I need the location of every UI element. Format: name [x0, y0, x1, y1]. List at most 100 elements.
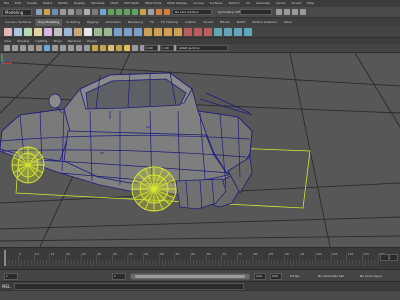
- menu-file[interactable]: File: [4, 0, 9, 7]
- menu-arnold[interactable]: Arnold: [291, 0, 301, 7]
- front-wheel[interactable]: [11, 146, 45, 184]
- menu-deform[interactable]: Deform: [229, 0, 240, 7]
- shelf-tab-mash[interactable]: MASH: [234, 19, 249, 26]
- channel-box-icon[interactable]: [300, 9, 306, 15]
- playback-end-field[interactable]: 120: [254, 273, 266, 280]
- shelf-tab-arnold[interactable]: Arnold: [200, 19, 216, 26]
- current-time-marker[interactable]: [4, 250, 6, 266]
- menu-uv[interactable]: UV: [246, 0, 250, 7]
- shelf-tab-sculpting[interactable]: Sculpting: [63, 19, 83, 26]
- snap-point-icon[interactable]: [124, 9, 130, 15]
- view-transform-dropdown[interactable]: sRGB gamma: [176, 45, 228, 51]
- menu-generate[interactable]: Generate: [256, 0, 270, 7]
- select-component-icon[interactable]: [92, 9, 98, 15]
- select-hierarchy-icon[interactable]: [76, 9, 82, 15]
- poly-sphere-icon[interactable]: [4, 27, 12, 36]
- lock-camera-icon[interactable]: [12, 45, 18, 51]
- range-slider-bar[interactable]: [130, 273, 250, 280]
- menu-mesh[interactable]: Mesh: [111, 0, 119, 7]
- poly-plane-icon[interactable]: [54, 27, 62, 36]
- anim-layer-label[interactable]: No Anim Layer: [360, 273, 382, 280]
- menu-windows[interactable]: Windows: [91, 0, 104, 7]
- new-scene-icon[interactable]: [36, 9, 42, 15]
- render-icon[interactable]: [156, 9, 162, 15]
- wireframe-icon[interactable]: [92, 45, 98, 51]
- shelf-tab-poly-modeling[interactable]: Poly Modeling: [35, 18, 63, 26]
- menu-edit-mesh[interactable]: Edit Mesh: [124, 0, 139, 7]
- make-live-icon[interactable]: [140, 9, 146, 15]
- menu-select[interactable]: Select: [43, 0, 52, 7]
- menu-help[interactable]: Help: [307, 0, 314, 7]
- playback-start-field[interactable]: 1: [112, 273, 126, 280]
- tool-settings-icon[interactable]: [292, 9, 298, 15]
- menu-curves[interactable]: Curves: [193, 0, 203, 7]
- selection-mask-icon[interactable]: [100, 9, 106, 15]
- construction-history-icon[interactable]: [148, 9, 154, 15]
- gamma-field[interactable]: 1.00: [160, 45, 174, 51]
- separate-icon[interactable]: [104, 27, 112, 36]
- rear-wheel[interactable]: [131, 166, 177, 212]
- smooth-icon[interactable]: [114, 27, 122, 36]
- gate-mask-icon[interactable]: [68, 45, 74, 51]
- time-slider[interactable]: 5 10 15 20 25 30 35 40 45 50 55 60 65 70 75 80 85 90 95 100…: [0, 247, 400, 269]
- menu-mesh-tools[interactable]: Mesh Tools: [145, 0, 161, 7]
- connect-icon[interactable]: [204, 27, 212, 36]
- snap-grid-icon[interactable]: [108, 9, 114, 15]
- bookmarks-icon[interactable]: [28, 45, 34, 51]
- fps-label[interactable]: 24 fps: [290, 273, 299, 280]
- mirror-icon[interactable]: [134, 27, 142, 36]
- snap-curve-icon[interactable]: [116, 9, 122, 15]
- shelf-tab-fx-caching[interactable]: FX Caching: [158, 19, 181, 26]
- animation-start-field[interactable]: 1: [4, 273, 18, 280]
- poly-cube-icon[interactable]: [14, 27, 22, 36]
- menu-create[interactable]: Create: [27, 0, 37, 7]
- use-lights-icon[interactable]: [124, 45, 130, 51]
- poly-disc-icon[interactable]: [64, 27, 72, 36]
- redo-icon[interactable]: [68, 9, 74, 15]
- snap-view-plane-icon[interactable]: [132, 9, 138, 15]
- film-gate-icon[interactable]: [52, 45, 58, 51]
- attribute-editor-icon[interactable]: [284, 9, 290, 15]
- poly-platonic-icon[interactable]: [74, 27, 82, 36]
- animation-end-field[interactable]: 200: [270, 273, 282, 280]
- uv-editor-icon[interactable]: [224, 27, 232, 36]
- character-set-label[interactable]: No Character Set: [318, 273, 344, 280]
- symmetry-label[interactable]: Symmetry: Off: [218, 9, 240, 15]
- combine-icon[interactable]: [94, 27, 102, 36]
- menu-surfaces[interactable]: Surfaces: [210, 0, 223, 7]
- poly-torus-icon[interactable]: [44, 27, 52, 36]
- extrude-icon[interactable]: [144, 27, 152, 36]
- shelf-tab-animation[interactable]: Animation: [102, 19, 123, 26]
- grid-toggle-icon[interactable]: [44, 45, 50, 51]
- select-camera-icon[interactable]: [4, 45, 10, 51]
- menu-set-dropdown[interactable]: Modeling: [2, 9, 32, 16]
- boolean-icon[interactable]: [124, 27, 132, 36]
- range-slider-handle[interactable]: [135, 275, 245, 278]
- menu-cache[interactable]: Cache: [276, 0, 285, 7]
- planar-mapping-icon[interactable]: [234, 27, 242, 36]
- poly-type-icon[interactable]: [84, 27, 92, 36]
- poly-cone-icon[interactable]: [34, 27, 42, 36]
- select-object-icon[interactable]: [84, 9, 90, 15]
- save-scene-icon[interactable]: [52, 9, 58, 15]
- append-polygon-icon[interactable]: [174, 27, 182, 36]
- shelf-tab-xgen[interactable]: XGen: [281, 19, 295, 26]
- shelf-tab-motion-graphics[interactable]: Motion Graphics: [249, 19, 279, 26]
- time-ruler[interactable]: 5 10 15 20 25 30 35 40 45 50 55 60 65 70 75 80 85 90 95 100…: [4, 250, 396, 266]
- search-field[interactable]: [240, 9, 272, 15]
- textured-icon[interactable]: [116, 45, 122, 51]
- target-weld-icon[interactable]: [194, 27, 202, 36]
- shelf-tab-curves-surfaces[interactable]: Curves / Surfaces: [2, 19, 34, 26]
- exposure-field[interactable]: 0.00: [144, 45, 158, 51]
- quad-draw-icon[interactable]: [214, 27, 222, 36]
- command-input[interactable]: [14, 283, 244, 290]
- bridge-icon[interactable]: [154, 27, 162, 36]
- menu-mesh-display[interactable]: Mesh Display: [167, 0, 187, 7]
- field-chart-icon[interactable]: [76, 45, 82, 51]
- safe-action-icon[interactable]: [84, 45, 90, 51]
- perspective-viewport[interactable]: persp: [0, 53, 400, 247]
- camera-attributes-icon[interactable]: [20, 45, 26, 51]
- resolution-gate-icon[interactable]: [60, 45, 66, 51]
- modeling-toolkit-icon[interactable]: [276, 9, 282, 15]
- poly-cylinder-icon[interactable]: [24, 27, 32, 36]
